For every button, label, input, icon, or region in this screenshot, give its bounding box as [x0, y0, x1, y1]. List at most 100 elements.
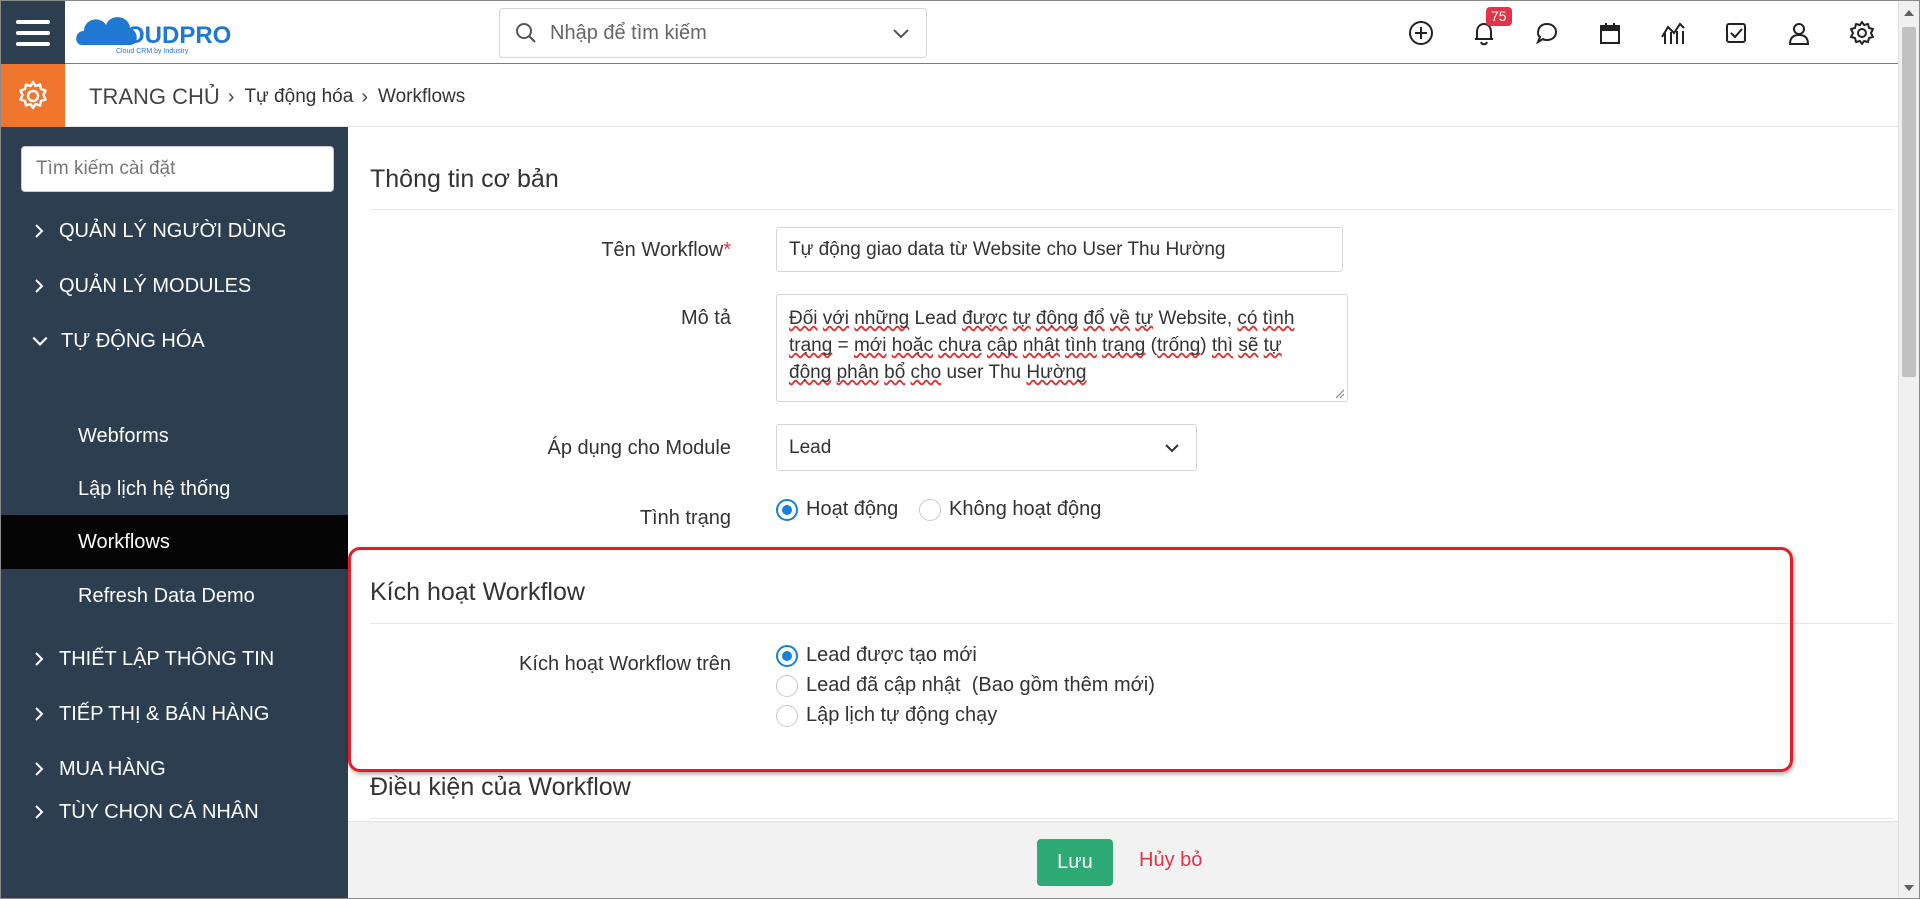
radio-unselected-icon[interactable] — [776, 674, 798, 697]
description-line: trạng = mới hoặc chưa cập nhật tình trạn… — [789, 332, 1335, 359]
breadcrumb-workflows: Workflows — [377, 86, 466, 107]
top-bar: CLOUDPRO Cloud CRM by Industry 75 — [1, 1, 1898, 64]
settings-search-input[interactable] — [21, 146, 334, 192]
chevron-right-icon — [35, 652, 44, 666]
description-text: bổ — [884, 362, 906, 383]
description-text: được — [962, 308, 1008, 329]
description-text: với — [822, 308, 849, 329]
chevron-right-icon — [35, 762, 44, 776]
svg-text:Cloud CRM by Industry: Cloud CRM by Industry — [116, 48, 189, 55]
status-label: Tình trạng — [639, 507, 731, 529]
user-icon[interactable] — [1781, 15, 1817, 51]
description-text: đổ — [1083, 308, 1105, 329]
workflow-form: Thông tin cơ bản Tên Workflow* Tự động g… — [348, 127, 1898, 821]
description-text: phân — [836, 362, 879, 383]
scroll-up-arrow-icon[interactable] — [1904, 10, 1914, 16]
description-text: hoặc — [891, 335, 933, 356]
chevron-down-icon — [32, 336, 48, 346]
description-text: Đối — [789, 308, 818, 329]
status-radio-active[interactable]: Hoạt động — [776, 498, 898, 521]
scrollbar-thumb[interactable] — [1902, 27, 1916, 377]
section-title-trigger: Kích hoạt Workflow — [370, 578, 585, 606]
chevron-right-icon: › — [361, 85, 368, 108]
trigger-radio-updated[interactable]: Lead đã cập nhật (Bao gồm thêm mới) — [776, 674, 1155, 697]
description-text: tự — [1012, 308, 1031, 329]
description-text: nhật — [1022, 335, 1060, 356]
scroll-down-arrow-icon[interactable] — [1904, 885, 1914, 891]
description-text: động — [1035, 308, 1079, 329]
form-footer: Lưu Hủy bỏ — [348, 821, 1898, 898]
description-text: Hường — [1026, 362, 1087, 383]
chevron-down-icon[interactable] — [890, 22, 912, 44]
sidebar-item-info-setup[interactable]: THIẾT LẬP THÔNG TIN — [1, 631, 348, 687]
plus-circle-icon[interactable] — [1403, 15, 1439, 51]
resize-handle-icon[interactable] — [1333, 387, 1345, 399]
divider — [370, 209, 1893, 210]
chevron-right-icon — [35, 805, 44, 819]
global-search-input[interactable] — [550, 21, 870, 45]
sidebar-subitem-workflows[interactable]: Workflows — [1, 515, 348, 569]
description-text: = — [832, 335, 854, 356]
description-text: tình — [1065, 335, 1097, 356]
description-text: Website, — [1153, 308, 1238, 329]
settings-gear-icon[interactable] — [1, 64, 65, 127]
description-text: về — [1109, 308, 1130, 329]
breadcrumb-automation[interactable]: Tự động hóa — [244, 86, 353, 108]
radio-selected-icon[interactable] — [776, 498, 798, 521]
radio-unselected-icon[interactable] — [776, 704, 798, 727]
description-text: trạng — [789, 335, 833, 356]
description-text: tình — [1262, 308, 1295, 329]
sidebar-item-user-management[interactable]: QUẢN LÝ NGƯỜI DÙNG — [1, 203, 348, 259]
radio-unselected-icon[interactable] — [919, 498, 941, 521]
sidebar-item-label: QUẢN LÝ MODULES — [59, 274, 252, 297]
chevron-right-icon — [35, 707, 44, 721]
sidebar-subitem-refresh-data-demo[interactable]: Refresh Data Demo — [1, 569, 348, 623]
description-line: động phân bổ cho user Thu Hường — [789, 359, 1335, 386]
section-title-basic-info: Thông tin cơ bản — [370, 165, 559, 193]
bell-icon[interactable]: 75 — [1466, 7, 1512, 51]
sidebar-subitem-system-scheduler[interactable]: Lập lịch hệ thống — [1, 462, 348, 516]
description-text: thì — [1211, 335, 1234, 356]
description-text: tự — [1135, 308, 1154, 329]
cloudpro-logo[interactable]: CLOUDPRO Cloud CRM by Industry — [74, 7, 300, 57]
sidebar-subitem-webforms[interactable]: Webforms — [1, 409, 348, 463]
trigger-label: Kích hoạt Workflow trên — [519, 653, 731, 675]
save-button[interactable]: Lưu — [1037, 839, 1113, 886]
trigger-radio-scheduled[interactable]: Lập lịch tự động chạy — [776, 704, 997, 727]
global-search[interactable] — [499, 8, 927, 58]
sidebar-item-personal-options[interactable]: TÙY CHỌN CÁ NHÂN — [1, 793, 348, 829]
description-text: ( — [1145, 335, 1157, 356]
description-text: chưa — [938, 335, 982, 356]
breadcrumb: TRANG CHỦ › Tự động hóa › Workflows — [89, 84, 465, 110]
workflow-name-field[interactable]: Tự động giao data từ Website cho User Th… — [776, 227, 1343, 272]
radio-selected-icon[interactable] — [776, 644, 798, 667]
description-text: cho — [910, 362, 942, 383]
breadcrumb-home[interactable]: TRANG CHỦ — [89, 84, 220, 110]
description-textarea[interactable]: Đối với những Lead được tự động đổ về tự… — [776, 294, 1348, 402]
sidebar-item-label: QUẢN LÝ NGƯỜI DÙNG — [59, 219, 287, 242]
cancel-link[interactable]: Hủy bỏ — [1139, 849, 1202, 872]
chevron-right-icon: › — [227, 85, 235, 108]
trigger-radio-created[interactable]: Lead được tạo mới — [776, 644, 977, 667]
description-line: Đối với những Lead được tự động đổ về tự… — [789, 305, 1335, 332]
description-text: có — [1237, 308, 1258, 329]
description-text: user Thu — [941, 362, 1027, 383]
sidebar-item-purchasing[interactable]: MUA HÀNG — [1, 741, 348, 797]
module-select[interactable]: Lead — [776, 424, 1197, 471]
gear-icon[interactable] — [1844, 15, 1880, 51]
menu-icon[interactable] — [1, 1, 65, 64]
checkbox-icon[interactable] — [1718, 15, 1754, 51]
sidebar-item-marketing-sales[interactable]: TIẾP THỊ & BÁN HÀNG — [1, 686, 348, 742]
status-radio-inactive[interactable]: Không hoạt động — [919, 498, 1101, 521]
chevron-right-icon — [35, 279, 44, 293]
chat-icon[interactable] — [1529, 15, 1565, 51]
description-text: động — [789, 362, 832, 383]
sidebar-item-modules[interactable]: QUẢN LÝ MODULES — [1, 258, 348, 314]
chart-icon[interactable] — [1655, 15, 1691, 51]
sidebar-item-automation[interactable]: TỰ ĐỘNG HÓA — [1, 313, 348, 369]
calendar-icon[interactable] — [1592, 15, 1628, 51]
vertical-scrollbar[interactable] — [1898, 1, 1919, 898]
description-text: tự — [1263, 335, 1282, 356]
header-icons: 75 — [1403, 7, 1880, 51]
description-label: Mô tả — [680, 307, 731, 329]
